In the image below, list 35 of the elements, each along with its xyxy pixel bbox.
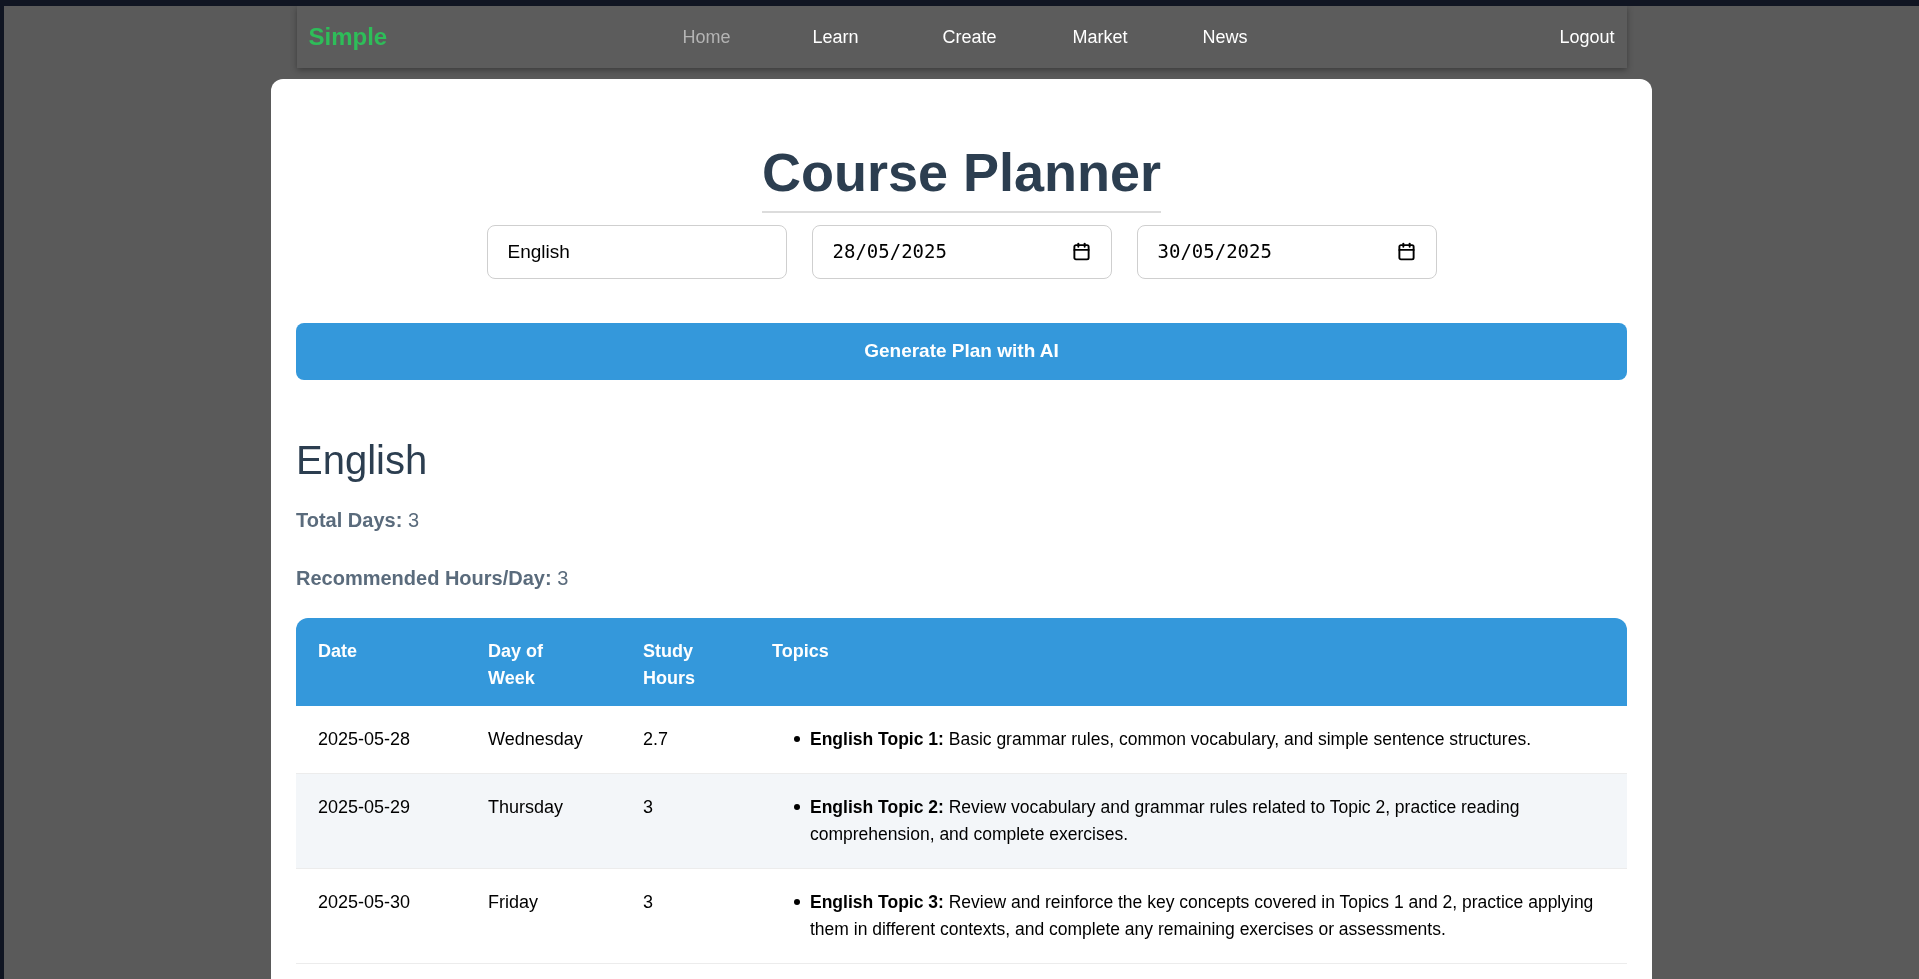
column-header: Study Hours [643,639,696,690]
date-field[interactable]: 28/05/2025 [811,224,1112,279]
date-field[interactable]: 30/05/2025 [1136,224,1437,279]
table-cell: 2025-05-30 [318,891,411,912]
nav-link[interactable]: Learn [812,23,943,51]
plan-stat: Recommended Hours/Day: 3 [296,565,570,591]
calendar-icon[interactable] [1071,242,1091,261]
bullet-icon [794,803,800,810]
column-header: Day of Week [488,639,544,690]
table-cell: Wednesday [488,728,583,749]
topic-text: English Topic 2: Review vocabulary and grammar rules related to Topic 2, practice reading comprehension, and complete exercises. [810,795,1521,846]
date-value: 30/05/2025 [1157,239,1272,265]
nav-link[interactable]: Create [942,23,1073,51]
column-header: Date [318,639,358,663]
nav-link[interactable]: News [1202,23,1333,51]
bullet-icon [794,898,800,905]
subject-field[interactable]: English [486,224,787,279]
column-header: Topics [772,639,830,663]
bullet-icon [794,735,800,742]
table-cell: Friday [488,891,538,912]
plan-heading: English [296,436,429,484]
topic-text: English Topic 1: Basic grammar rules, common vocabulary, and simple sentence structures. [810,727,1531,751]
table-cell: 3 [643,796,653,817]
table-cell: 2.7 [643,728,669,749]
date-value: 28/05/2025 [832,239,947,265]
page-title: Course Planner [761,139,1162,213]
topic-text: English Topic 3: Review and reinforce the key concepts covered in Topics 1 and 2, practice applying them in different contexts, and complete any remaining exercises or assessments. [810,890,1595,941]
table-cell: Thursday [488,796,564,817]
calendar-icon[interactable] [1396,242,1416,261]
table-cell: 2025-05-28 [318,728,411,749]
table-cell: 3 [643,891,653,912]
nav-link[interactable]: Market [1072,23,1203,51]
plan-stat: Total Days: 3 [296,507,420,533]
logout-link[interactable]: Logout [1559,23,1615,51]
table-cell: 2025-05-29 [318,796,411,817]
